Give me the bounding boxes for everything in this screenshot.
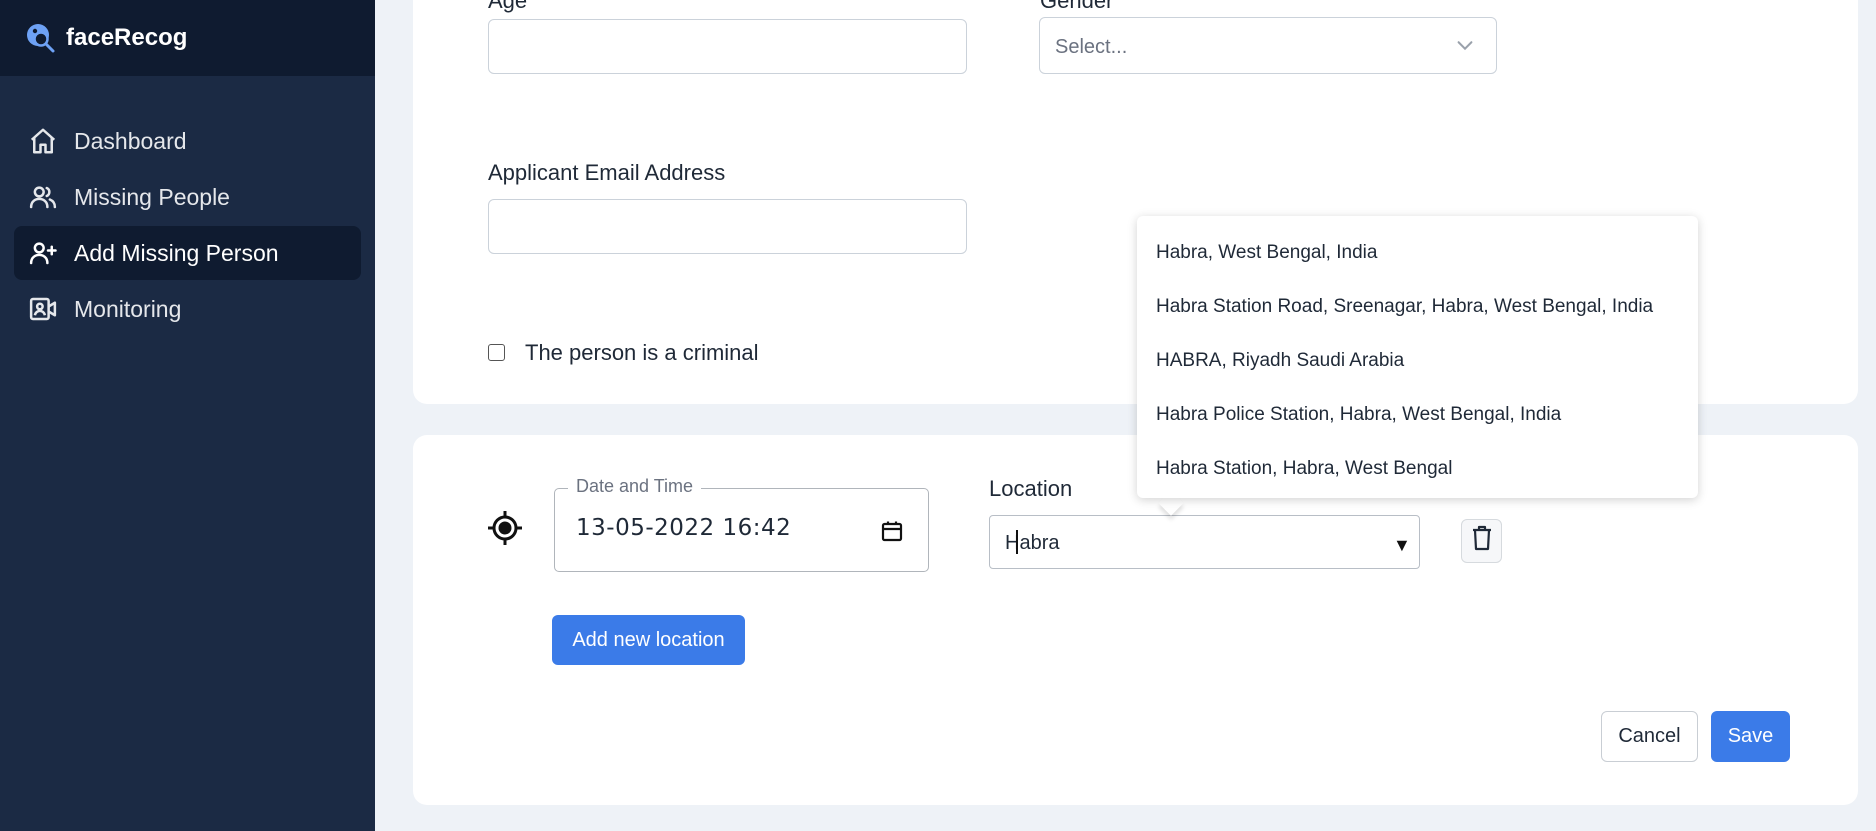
criminal-checkbox[interactable] bbox=[488, 344, 505, 361]
location-input-value: Habra bbox=[1005, 532, 1060, 554]
sidebar-item-missing-people[interactable]: Missing People bbox=[14, 170, 361, 224]
sidebar-item-dashboard[interactable]: Dashboard bbox=[14, 114, 361, 168]
sidebar-item-label: Dashboard bbox=[74, 127, 187, 154]
suggestion-item[interactable]: Habra, West Bengal, India bbox=[1137, 226, 1698, 280]
suggestion-item[interactable]: Habra Police Station, Habra, West Bengal… bbox=[1137, 388, 1698, 442]
add-new-location-button[interactable]: Add new location bbox=[552, 615, 745, 665]
sidebar-item-add-missing-person[interactable]: Add Missing Person bbox=[14, 226, 361, 280]
suggestion-item[interactable]: HABRA, Riyadh Saudi Arabia bbox=[1137, 334, 1698, 388]
sidebar: faceRecog Dashboard Missing People Add M… bbox=[0, 0, 375, 831]
datetime-label: Date and Time bbox=[568, 476, 702, 497]
text-cursor bbox=[1016, 530, 1018, 554]
location-suggestions: Habra, West Bengal, India Habra Station … bbox=[1137, 216, 1698, 498]
suggestion-item[interactable]: Habra Station Road, Sreenagar, Habra, We… bbox=[1137, 280, 1698, 334]
sidebar-item-label: Monitoring bbox=[74, 295, 182, 322]
email-input[interactable] bbox=[488, 199, 967, 254]
face-search-logo-icon bbox=[24, 21, 58, 55]
age-input[interactable] bbox=[488, 19, 967, 74]
sidebar-nav: Dashboard Missing People Add Missing Per… bbox=[0, 76, 375, 336]
trash-icon bbox=[1470, 524, 1494, 558]
video-camera-icon bbox=[26, 292, 60, 326]
cancel-button[interactable]: Cancel bbox=[1601, 711, 1698, 762]
location-label: Location bbox=[989, 476, 1073, 501]
gender-label: Gender bbox=[1040, 0, 1114, 13]
criminal-checkbox-label: The person is a criminal bbox=[525, 340, 759, 365]
gender-select-placeholder: Select... bbox=[1055, 36, 1128, 58]
chevron-down-icon[interactable] bbox=[1454, 34, 1476, 61]
suggestion-item[interactable]: Habra Station, Habra, West Bengal bbox=[1137, 442, 1698, 496]
datetime-value: 13-05-2022 16:42 bbox=[576, 515, 792, 541]
sidebar-item-label: Missing People bbox=[74, 183, 230, 210]
home-icon bbox=[26, 124, 60, 158]
crosshair-icon[interactable] bbox=[487, 510, 523, 551]
delete-location-button[interactable] bbox=[1461, 519, 1502, 563]
age-label: Age bbox=[488, 0, 528, 13]
sidebar-item-label: Add Missing Person bbox=[74, 239, 279, 266]
user-plus-icon bbox=[26, 236, 60, 270]
app-name: faceRecog bbox=[66, 24, 188, 51]
save-button[interactable]: Save bbox=[1711, 711, 1790, 762]
users-icon bbox=[26, 180, 60, 214]
email-label: Applicant Email Address bbox=[488, 160, 726, 185]
sidebar-item-monitoring[interactable]: Monitoring bbox=[14, 282, 361, 336]
dropdown-arrow-icon[interactable]: ▼ bbox=[1393, 535, 1411, 556]
brand-bar: faceRecog bbox=[0, 0, 375, 76]
calendar-icon[interactable] bbox=[880, 519, 904, 548]
